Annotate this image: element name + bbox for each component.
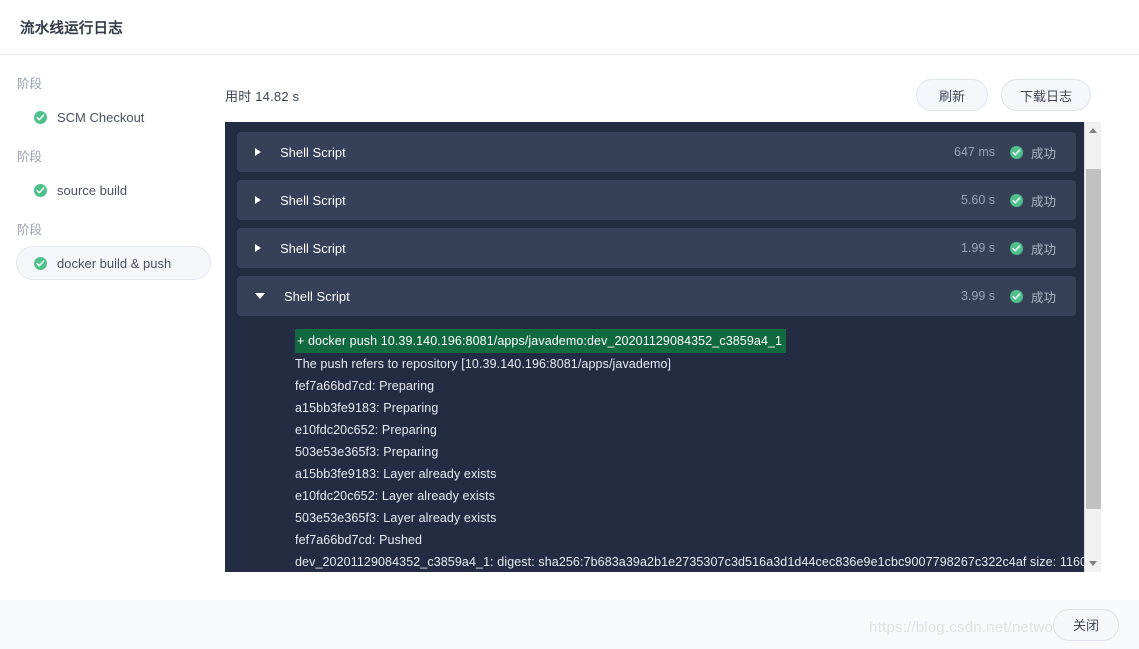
log-step-status: 成功 <box>1031 242 1057 257</box>
check-circle-icon <box>34 110 47 124</box>
refresh-button[interactable]: 刷新 <box>915 79 988 111</box>
sidebar-item-label: SCM Checkout <box>57 109 145 125</box>
sidebar-item-label: source build <box>57 182 128 198</box>
close-button[interactable]: 关闭 <box>1053 608 1119 641</box>
status-badge: 成功 <box>1010 191 1062 210</box>
log-line: dev_20201129084352_c3859a4_1: digest: sh… <box>295 555 1084 569</box>
status-badge: 成功 <box>1010 287 1062 306</box>
log-toolbar: 用时 14.82 s 刷新 下载日志 <box>225 75 1101 115</box>
stage-group-label: 阶段 <box>17 223 43 237</box>
log-line: fef7a66bd7cd: Pushed <box>295 533 423 547</box>
triangle-right-icon <box>255 196 261 204</box>
toolbar-buttons: 刷新 下载日志 <box>915 79 1091 111</box>
log-line-wrapper: + docker push 10.39.140.196:8081/apps/ja… <box>295 329 1076 353</box>
scroll-down-arrow-icon[interactable] <box>1084 555 1101 572</box>
log-scrollbar[interactable] <box>1084 122 1101 572</box>
watermark: https://blog.csdn.net/networken <box>869 619 1083 636</box>
sidebar-item-scm-checkout[interactable]: SCM Checkout <box>16 100 211 134</box>
scroll-up-arrow-icon[interactable] <box>1084 122 1101 139</box>
log-step-status: 成功 <box>1031 194 1057 209</box>
sidebar-item-source-build[interactable]: source build <box>16 173 211 207</box>
log-line: 503e53e365f3: Preparing <box>295 445 439 459</box>
check-circle-icon <box>1010 193 1023 207</box>
check-circle-icon <box>1010 241 1023 255</box>
status-badge: 成功 <box>1010 239 1062 258</box>
check-circle-icon <box>34 183 47 197</box>
stage-group-label: 阶段 <box>17 150 43 164</box>
check-circle-icon <box>34 256 47 270</box>
check-circle-icon <box>1010 289 1023 303</box>
stage-group-label: 阶段 <box>17 77 43 91</box>
log-step-status: 成功 <box>1031 146 1057 161</box>
triangle-right-icon <box>255 148 261 156</box>
page-title: 流水线运行日志 <box>20 20 123 37</box>
stage-sidebar: 阶段 SCM Checkout 阶段 source build 阶段 docke… <box>0 55 225 649</box>
scrollbar-thumb[interactable] <box>1085 169 1101 509</box>
stage-group: 阶段 docker build & push <box>0 221 225 280</box>
log-line: The push refers to repository [10.39.140… <box>295 357 672 371</box>
triangle-right-icon <box>255 244 261 252</box>
log-line: a15bb3fe9183: Preparing <box>295 401 439 415</box>
dialog-footer: https://blog.csdn.net/networken 关闭 <box>0 600 1139 649</box>
dialog-header: 流水线运行日志 <box>0 0 1139 55</box>
log-output: + docker push 10.39.140.196:8081/apps/ja… <box>237 316 1084 572</box>
log-step-name: Shell Script <box>280 144 346 160</box>
log-line: a15bb3fe9183: Layer already exists <box>295 467 497 481</box>
log-line: + docker push 10.39.140.196:8081/apps/ja… <box>295 329 787 353</box>
log-line: e10fdc20c652: Preparing <box>295 423 437 437</box>
elapsed-time: 用时 14.82 s <box>225 88 300 104</box>
log-step-duration: 3.99 s <box>960 289 995 303</box>
log-console-content: Shell Script 647 ms 成功 Shell Script 5.60 <box>225 122 1084 572</box>
triangle-down-icon <box>255 293 265 299</box>
stage-group: 阶段 source build <box>0 148 225 207</box>
log-step-duration: 647 ms <box>954 145 995 159</box>
log-step-row[interactable]: Shell Script 3.99 s 成功 <box>237 276 1076 316</box>
log-step-row[interactable]: Shell Script 1.99 s 成功 <box>237 228 1076 268</box>
log-line: e10fdc20c652: Layer already exists <box>295 489 496 503</box>
sidebar-item-docker-build-push[interactable]: docker build & push <box>16 246 211 280</box>
log-line: fef7a66bd7cd: Preparing <box>295 379 435 393</box>
dialog-body: 阶段 SCM Checkout 阶段 source build 阶段 docke… <box>0 55 1139 649</box>
download-log-button[interactable]: 下载日志 <box>1000 79 1091 111</box>
log-step-duration: 5.60 s <box>960 193 995 207</box>
log-step-name: Shell Script <box>280 192 346 208</box>
log-step-row[interactable]: Shell Script 5.60 s 成功 <box>237 180 1076 220</box>
sidebar-item-label: docker build & push <box>57 255 172 271</box>
main-panel: 用时 14.82 s 刷新 下载日志 Shell Script 647 ms 成… <box>225 55 1139 649</box>
log-step-status: 成功 <box>1031 290 1057 305</box>
status-badge: 成功 <box>1010 143 1062 162</box>
stage-group: 阶段 SCM Checkout <box>0 75 225 134</box>
log-step-row[interactable]: Shell Script 647 ms 成功 <box>237 132 1076 172</box>
scrollbar-track[interactable] <box>1084 139 1101 555</box>
pipeline-log-dialog: 流水线运行日志 阶段 SCM Checkout 阶段 source build … <box>0 0 1139 649</box>
check-circle-icon <box>1010 145 1023 159</box>
log-line: 503e53e365f3: Layer already exists <box>295 511 497 525</box>
log-console: Shell Script 647 ms 成功 Shell Script 5.60 <box>225 122 1101 572</box>
log-step-duration: 1.99 s <box>960 241 995 255</box>
log-step-name: Shell Script <box>284 288 350 304</box>
log-step-name: Shell Script <box>280 240 346 256</box>
